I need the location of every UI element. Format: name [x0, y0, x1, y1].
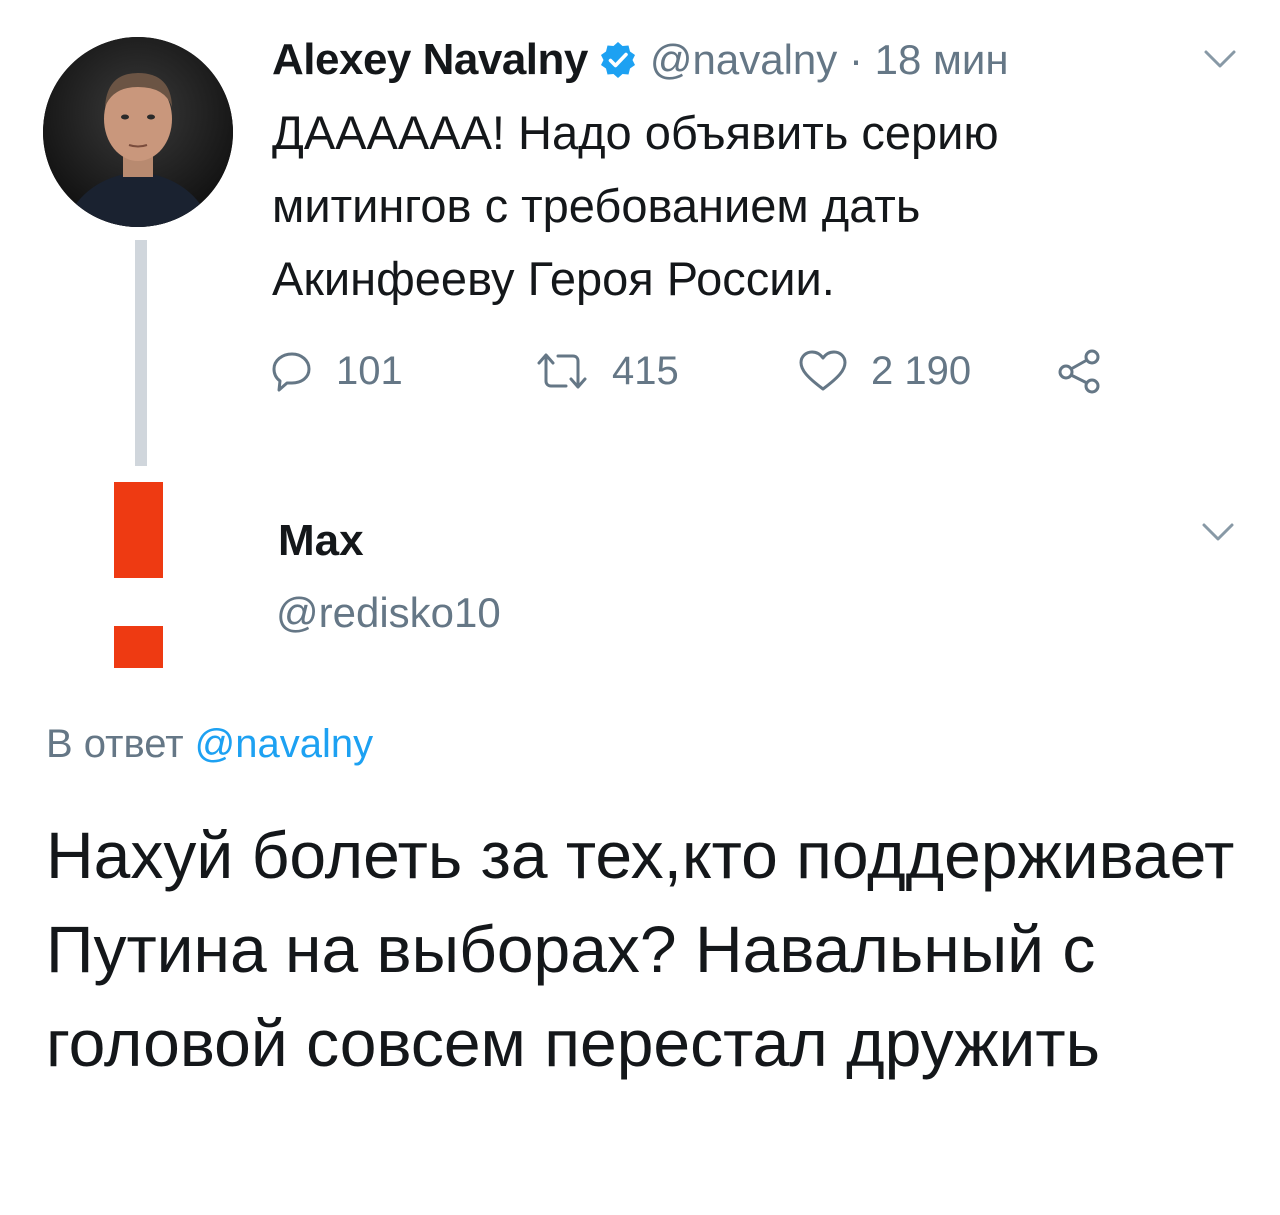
red-exclamation-dot: [114, 626, 163, 668]
reply-to-mention-link[interactable]: @navalny: [195, 722, 373, 766]
share-icon: [1058, 349, 1100, 394]
reply-icon: [272, 352, 311, 392]
verified-badge-icon: [600, 42, 635, 78]
reply-count: 101: [336, 348, 403, 393]
author-display-name[interactable]: Alexey Navalny: [272, 35, 588, 85]
chevron-down-icon[interactable]: [1200, 44, 1240, 74]
thread-connector-line: [135, 240, 147, 466]
retweet-icon: [537, 353, 587, 389]
author-handle-and-time: @navalny · 18 мин: [650, 36, 1009, 84]
author-handle[interactable]: @navalny: [650, 36, 837, 83]
like-count: 2 190: [871, 348, 972, 393]
share-button[interactable]: [1056, 333, 1102, 409]
reply-to-label: В ответ: [46, 722, 184, 766]
heart-icon: [799, 350, 847, 391]
reply-button[interactable]: 101: [270, 333, 403, 409]
reply-author-handle[interactable]: @redisko10: [276, 589, 501, 637]
avatar-navalny[interactable]: [43, 37, 233, 227]
tweet-actions: 101 415 2 190: [270, 333, 1170, 409]
retweet-count: 415: [612, 348, 679, 393]
retweet-button[interactable]: 415: [534, 333, 679, 409]
tweet-header: Alexey Navalny @navalny · 18 мин: [272, 30, 1009, 90]
tweet-timestamp[interactable]: 18 мин: [875, 36, 1009, 83]
red-exclamation-bar: [114, 482, 163, 578]
tweet-text: ДАААААА! Надо объявить серию митингов с …: [272, 106, 999, 305]
separator-dot: ·: [848, 36, 875, 83]
reply-to-context: В ответ @navalny: [46, 722, 373, 767]
reply-author-display-name[interactable]: Max: [278, 516, 364, 566]
chevron-down-icon[interactable]: [1198, 517, 1238, 547]
like-button[interactable]: 2 190: [797, 333, 971, 409]
reply-tweet-text: Нахуй болеть за тех,кто поддерживает Пут…: [46, 818, 1235, 1080]
